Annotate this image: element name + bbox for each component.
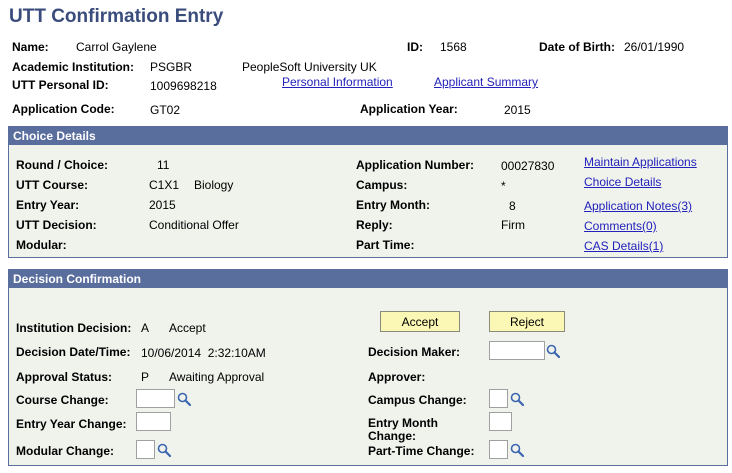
application-code-value: GT02: [150, 103, 181, 117]
approval-status-code: P: [141, 370, 150, 384]
approval-status-text: Awaiting Approval: [169, 370, 265, 384]
entry-month-change-input[interactable]: [489, 412, 512, 431]
course-change-lookup-icon[interactable]: [177, 392, 191, 406]
application-code-label: Application Code:: [12, 102, 115, 116]
decision-confirmation-header: Decision Confirmation: [9, 270, 727, 288]
application-year-label: Application Year:: [360, 102, 458, 116]
name-value: Carrol Gaylene: [76, 40, 157, 54]
utt-course-name: Biology: [194, 178, 234, 192]
reply-value: Firm: [501, 218, 525, 232]
comments-link[interactable]: Comments(0): [584, 219, 657, 233]
applicant-summary-link[interactable]: Applicant Summary: [434, 75, 538, 89]
course-change-input[interactable]: [136, 389, 175, 408]
modular-change-input[interactable]: [136, 440, 155, 459]
decision-datetime-label: Decision Date/Time:: [16, 345, 131, 359]
utt-course-code: C1X1: [149, 178, 180, 192]
utt-course-label: UTT Course:: [16, 178, 88, 192]
round-choice-label: Round / Choice:: [16, 158, 108, 172]
entry-month-label: Entry Month:: [356, 198, 430, 212]
id-value: 1568: [440, 40, 467, 54]
maintain-applications-link[interactable]: Maintain Applications: [584, 155, 697, 169]
part-time-label: Part Time:: [356, 238, 415, 252]
application-notes-link[interactable]: Application Notes(3): [584, 199, 692, 213]
modular-change-lookup-icon[interactable]: [157, 443, 171, 457]
reply-label: Reply:: [356, 218, 393, 232]
application-number-value: 00027830: [501, 159, 555, 173]
reject-button[interactable]: Reject: [489, 311, 565, 332]
name-label: Name:: [12, 40, 49, 54]
entry-year-value: 2015: [149, 198, 176, 212]
accept-button[interactable]: Accept: [380, 311, 460, 332]
campus-label: Campus:: [356, 178, 408, 192]
utt-decision-label: UTT Decision:: [16, 218, 97, 232]
entry-month-change-label: Entry Month Change:: [368, 416, 438, 443]
campus-change-lookup-icon[interactable]: [510, 392, 524, 406]
institution-decision-code: A: [141, 321, 150, 335]
cas-details-link[interactable]: CAS Details(1): [584, 239, 663, 253]
decision-maker-input[interactable]: [489, 341, 545, 360]
approval-status-label: Approval Status:: [16, 370, 113, 384]
dob-value: 26/01/1990: [624, 40, 685, 54]
application-year-value: 2015: [504, 103, 531, 117]
institution-decision-text: Accept: [169, 321, 206, 335]
institution-decision-label: Institution Decision:: [16, 321, 132, 335]
campus-value: *: [501, 179, 506, 193]
entry-year-change-label: Entry Year Change:: [16, 417, 127, 431]
campus-change-input[interactable]: [489, 389, 508, 408]
choice-details-header: Choice Details: [9, 127, 727, 145]
dob-label: Date of Birth:: [539, 40, 615, 54]
part-time-change-lookup-icon[interactable]: [510, 443, 524, 457]
institution-code: PSGBR: [150, 60, 193, 74]
application-number-label: Application Number:: [356, 158, 475, 172]
decision-maker-lookup-icon[interactable]: [546, 344, 560, 358]
course-change-label: Course Change:: [16, 393, 109, 407]
entry-year-change-input[interactable]: [136, 412, 171, 431]
entry-month-value: 8: [509, 199, 516, 213]
campus-change-label: Campus Change:: [368, 393, 467, 407]
decision-datetime-value: 10/06/2014 2:32:10AM: [141, 346, 266, 360]
personal-information-link[interactable]: Personal Information: [282, 75, 393, 89]
part-time-change-label: Part-Time Change:: [368, 444, 475, 458]
modular-change-label: Modular Change:: [16, 444, 114, 458]
institution-label: Academic Institution:: [12, 60, 135, 74]
personal-id-label: UTT Personal ID:: [12, 78, 109, 92]
entry-year-label: Entry Year:: [16, 198, 80, 212]
page-title: UTT Confirmation Entry: [9, 6, 224, 27]
id-label: ID:: [407, 40, 423, 54]
approver-label: Approver:: [368, 370, 426, 384]
institution-name: PeopleSoft University UK: [242, 60, 377, 74]
utt-decision-value: Conditional Offer: [149, 218, 239, 232]
choice-details-link[interactable]: Choice Details: [584, 175, 661, 189]
part-time-change-input[interactable]: [489, 440, 508, 459]
round-choice-value: 11: [157, 158, 170, 172]
modular-label: Modular:: [16, 238, 67, 252]
personal-id-value: 1009698218: [150, 79, 217, 93]
decision-maker-label: Decision Maker:: [368, 345, 461, 359]
